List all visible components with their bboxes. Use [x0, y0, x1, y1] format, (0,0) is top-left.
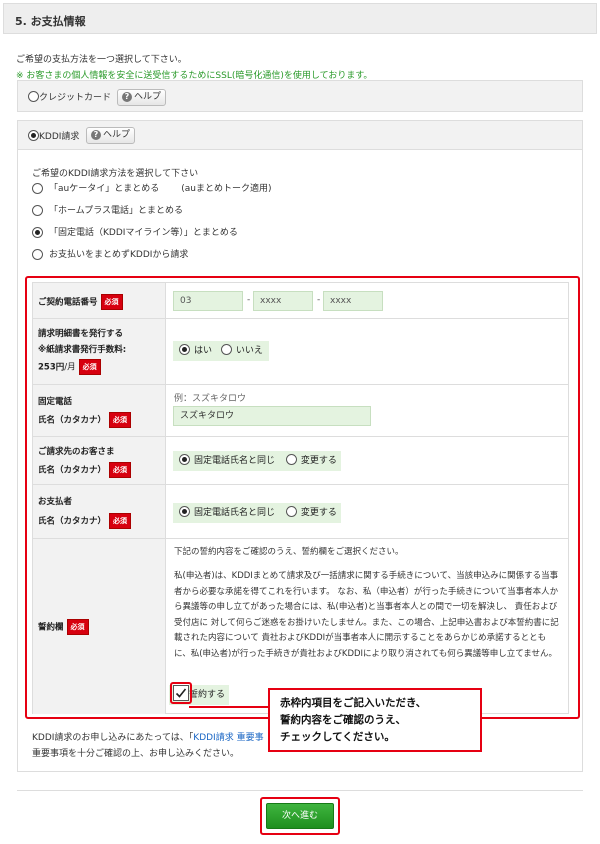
credit-card-panel: クレジットカード ? ヘルプ	[17, 80, 583, 112]
divider	[17, 790, 583, 791]
method-landline[interactable]: 「固定電話（KDDIマイライン等）」とまとめる	[32, 225, 238, 238]
instruction-callout: 赤枠内項目をご記入いただき、 誓約内容をご確認のうえ、 チェックしてください。	[268, 688, 482, 752]
required-fields-highlight	[25, 276, 580, 719]
kddi-notice: KDDI請求のお申し込みにあたっては、「KDDI請求 重要事	[32, 733, 264, 743]
next-button[interactable]: 次へ進む	[266, 803, 334, 829]
kddi-panel-header: KDDI請求 ? ヘルプ	[17, 120, 583, 150]
kddi-label: KDDI請求	[39, 132, 80, 142]
section-title: 5. お支払情報	[15, 15, 86, 28]
method-direct[interactable]: お支払いをまとめずKDDIから請求	[32, 247, 188, 260]
intro-text: ご希望の支払方法を一つ選択して下さい。	[16, 55, 187, 65]
credit-card-option[interactable]: クレジットカード	[28, 90, 111, 103]
kddi-radio[interactable]	[28, 130, 39, 141]
kddi-important-link[interactable]: KDDI請求 重要事	[193, 733, 263, 743]
checkbox-highlight	[170, 682, 192, 704]
kddi-method-prompt: ご希望のKDDI請求方法を選択して下さい	[32, 169, 199, 179]
method-landline-radio[interactable]	[32, 227, 43, 238]
credit-help-button[interactable]: ? ヘルプ	[117, 89, 167, 106]
method-au[interactable]: 「auケータイ」とまとめる (auまとめトーク適用)	[32, 181, 271, 194]
method-homeplus[interactable]: 「ホームプラス電話」とまとめる	[32, 203, 183, 216]
method-au-radio[interactable]	[32, 183, 43, 194]
credit-card-label: クレジットカード	[39, 93, 112, 103]
kddi-help-button[interactable]: ? ヘルプ	[86, 127, 136, 144]
callout-connector	[189, 706, 269, 708]
method-direct-radio[interactable]	[32, 249, 43, 260]
method-homeplus-radio[interactable]	[32, 205, 43, 216]
question-icon: ?	[91, 130, 101, 140]
credit-card-radio[interactable]	[28, 91, 39, 102]
kddi-option[interactable]: KDDI請求	[28, 129, 79, 142]
kddi-notice-line2: 重要事項を十分ご確認の上、お申し込みください。	[32, 749, 240, 759]
question-icon: ?	[122, 92, 132, 102]
section-header: 5. お支払情報	[3, 3, 597, 34]
